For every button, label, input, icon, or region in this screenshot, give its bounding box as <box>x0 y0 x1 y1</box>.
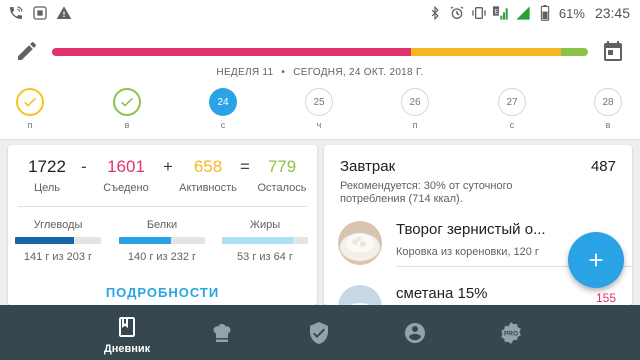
week-label: НЕДЕЛЯ 11 <box>216 67 274 78</box>
date-line: НЕДЕЛЯ 11 • СЕГОДНЯ, 24 ОКТ. 2018 Г. <box>216 67 424 78</box>
eaten-value: 1601 <box>107 157 145 176</box>
diary-icon <box>119 317 135 337</box>
svg-text:E: E <box>494 9 499 16</box>
day-3[interactable]: 25 ч <box>299 88 339 130</box>
macro-value: 140 г из 232 г <box>127 251 197 263</box>
macro-value: 53 г из 64 г <box>237 251 293 263</box>
nav-shield[interactable] <box>274 305 364 360</box>
meal-recommendation: Рекомендуется: 30% от суточного потребле… <box>340 180 513 205</box>
macro-name: Жиры <box>249 219 281 231</box>
day-label: в <box>124 120 130 130</box>
eaten-label: Съедено <box>103 182 149 194</box>
day-5[interactable]: 27 с <box>492 88 532 130</box>
diary-header: НЕДЕЛЯ 11 • СЕГОДНЯ, 24 ОКТ. 2018 Г. п в 24 с… <box>0 26 640 140</box>
cottage-cheese-image <box>338 221 382 265</box>
alarm-icon <box>449 5 465 21</box>
food-kcal: 155 <box>595 291 616 305</box>
macro-value: 141 г из 203 г <box>23 251 93 263</box>
day-6[interactable]: 28 в <box>588 88 628 130</box>
pencil-icon[interactable] <box>15 39 39 63</box>
chef-hat-icon <box>213 324 231 342</box>
signal-e-icon: E <box>492 5 509 21</box>
activity-value: 658 <box>193 157 223 176</box>
day-label: п <box>412 120 418 130</box>
meal-title: Завтрак <box>340 158 396 175</box>
screen-icon <box>32 5 48 21</box>
macro-bar-fill <box>15 237 75 244</box>
day-1[interactable]: в <box>107 88 147 130</box>
nav-diary[interactable]: Дневник <box>82 305 172 360</box>
food-name: сметана 15% <box>396 285 488 302</box>
remaining-value: 779 <box>267 157 297 176</box>
calorie-summary-card: 1722 Цель - 1601 Съедено + 658 Активност… <box>8 145 317 305</box>
bottom-navigation: Дневник PRO <box>0 305 640 360</box>
food-portion: Коровка из кореновки, 120 г <box>396 246 539 258</box>
add-food-button[interactable] <box>568 232 624 288</box>
meal-total-kcal: 487 <box>590 158 616 175</box>
battery-icon <box>537 5 553 21</box>
today-label: СЕГОДНЯ, 24 ОКТ. 2018 Г. <box>293 67 424 78</box>
macro-bar <box>119 237 205 244</box>
food-name: Творог зернистый о... <box>396 221 546 238</box>
day-number: 25 <box>305 88 333 116</box>
check-icon <box>113 88 141 116</box>
day-label: в <box>605 120 611 130</box>
week-day-selector: п в 24 с 25 ч 26 п 27 с 28 в <box>0 88 640 136</box>
svg-text:PRO: PRO <box>504 331 518 338</box>
calorie-progress-bar <box>52 48 588 56</box>
signal-icon <box>515 5 531 21</box>
phone-wifi-icon <box>8 5 24 21</box>
activity-label: Активность <box>179 182 237 194</box>
goal-label: Цель <box>33 182 61 194</box>
shield-check-icon <box>310 322 328 344</box>
calorie-equation: 1722 Цель - 1601 Съедено + 658 Активност… <box>8 157 317 197</box>
macro-bar-fill <box>222 237 294 244</box>
day-label: с <box>509 120 515 130</box>
remaining-label: Осталось <box>257 182 307 194</box>
calendar-icon[interactable] <box>601 39 625 63</box>
day-label: п <box>27 120 33 130</box>
day-number: 24 <box>209 88 237 116</box>
macro-bar <box>222 237 308 244</box>
minus-sign: - <box>81 157 87 176</box>
details-button[interactable]: ПОДРОБНОСТИ <box>8 285 317 300</box>
bluetooth-icon <box>427 5 443 21</box>
macro-carbs: Углеводы 141 г из 203 г <box>14 219 102 263</box>
plus-sign: + <box>163 157 173 176</box>
account-icon <box>405 323 425 343</box>
equals-sign: = <box>240 157 250 176</box>
day-2[interactable]: 24 с <box>203 88 243 130</box>
divider <box>18 206 307 207</box>
warning-icon <box>56 5 72 21</box>
nav-recipes[interactable] <box>177 305 267 360</box>
progress-segment-remaining <box>561 48 588 56</box>
check-icon <box>16 88 44 116</box>
battery-level: 61% <box>558 5 585 21</box>
nav-label: Дневник <box>103 343 151 355</box>
progress-segment-eaten <box>52 48 412 56</box>
day-4[interactable]: 26 п <box>395 88 435 130</box>
progress-segment-activity <box>411 48 562 56</box>
day-label: с <box>220 120 226 130</box>
sour-cream-image <box>338 285 382 305</box>
macro-name: Белки <box>146 219 178 231</box>
goal-value: 1722 <box>28 157 66 176</box>
macro-protein: Белки 140 г из 232 г <box>118 219 206 263</box>
vibrate-icon <box>471 5 487 21</box>
macro-bar-fill <box>119 237 171 244</box>
macro-name: Углеводы <box>33 219 83 231</box>
pro-icon: PRO <box>501 322 521 344</box>
day-number: 27 <box>498 88 526 116</box>
clock: 23:45 <box>594 5 630 21</box>
day-0[interactable]: п <box>10 88 50 130</box>
status-bar: E 61% 23:45 <box>0 0 640 26</box>
macro-fat: Жиры 53 г из 64 г <box>221 219 309 263</box>
nav-pro[interactable]: PRO <box>466 305 556 360</box>
day-number: 26 <box>401 88 429 116</box>
plus-icon <box>589 253 603 267</box>
nav-profile[interactable] <box>370 305 460 360</box>
macro-bar <box>15 237 101 244</box>
day-number: 28 <box>594 88 622 116</box>
day-label: ч <box>316 120 322 130</box>
